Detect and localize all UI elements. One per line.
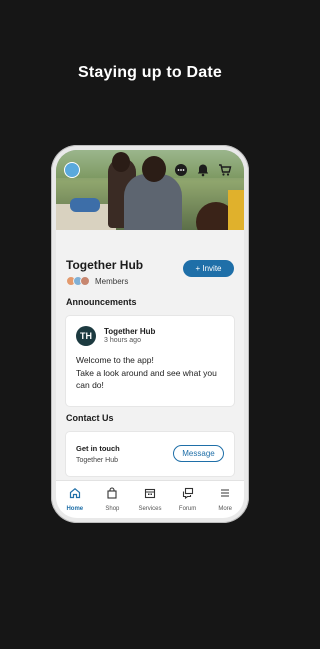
hub-content: Together Hub Members + Invite Announceme… <box>56 230 244 480</box>
menu-icon <box>219 486 231 504</box>
contact-title: Contact Us <box>66 413 114 423</box>
members-label: Members <box>95 276 129 286</box>
app-screen: Together Hub Members + Invite Announceme… <box>56 150 244 518</box>
phone-frame: Together Hub Members + Invite Announceme… <box>51 145 249 523</box>
profile-avatar[interactable] <box>64 162 80 178</box>
contact-label: Get in touch <box>76 444 120 453</box>
bell-icon[interactable] <box>196 163 210 177</box>
shopping-bag-icon <box>106 486 118 504</box>
bottom-tab-bar: Home Shop Services Forum More <box>56 480 244 518</box>
members-row[interactable]: Members <box>66 275 128 287</box>
tab-label: Shop <box>105 505 120 512</box>
cart-icon[interactable] <box>218 163 232 177</box>
hub-title: Together Hub <box>66 258 144 272</box>
tab-label: More <box>218 505 232 512</box>
post-author: Together Hub <box>104 327 156 336</box>
tab-home[interactable]: Home <box>56 481 94 518</box>
member-avatar <box>80 276 90 286</box>
tab-label: Home <box>66 505 84 512</box>
top-bar <box>56 156 244 178</box>
post-time: 3 hours ago <box>104 337 141 344</box>
announcement-post[interactable]: TH Together Hub 3 hours ago Welcome to t… <box>66 316 234 406</box>
post-avatar: TH <box>76 326 96 346</box>
post-body: Welcome to the app! Take a look around a… <box>76 354 226 392</box>
chat-icon <box>182 486 194 504</box>
message-button[interactable]: Message <box>173 445 224 462</box>
home-icon <box>69 486 81 504</box>
chat-bubble-icon[interactable] <box>174 163 188 177</box>
tab-label: Services <box>138 505 162 512</box>
post-line: Take a look around and see what you can … <box>76 367 217 391</box>
contact-sub: Together Hub <box>76 457 119 464</box>
calendar-icon <box>144 486 156 504</box>
invite-button[interactable]: + Invite <box>183 260 234 277</box>
contact-card: Get in touch Together Hub Message <box>66 432 234 476</box>
tab-label: Forum <box>178 505 197 512</box>
post-line: Welcome to the app! <box>76 355 154 365</box>
tab-forum[interactable]: Forum <box>169 481 207 518</box>
headline: Staying up to Date <box>77 64 223 81</box>
tab-more[interactable]: More <box>206 481 244 518</box>
tab-shop[interactable]: Shop <box>94 481 132 518</box>
announcements-title: Announcements <box>66 297 137 307</box>
tab-services[interactable]: Services <box>131 481 169 518</box>
